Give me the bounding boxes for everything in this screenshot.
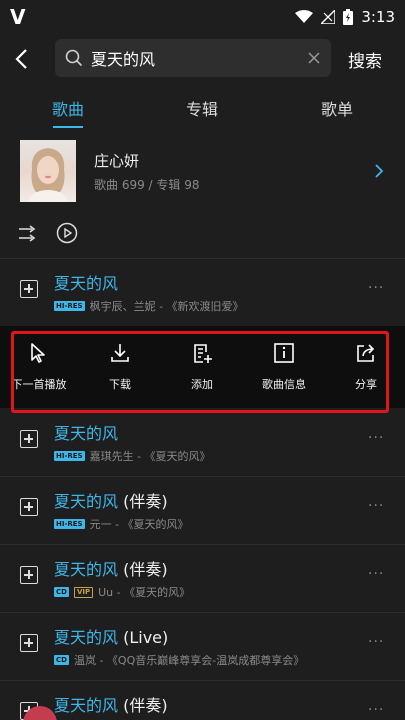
list-item[interactable]: 夏天的风 (伴奏) CD VIP Uu - 《夏天的风》 ··· xyxy=(0,544,405,612)
more-icon[interactable]: ··· xyxy=(368,566,384,582)
tab-albums[interactable]: 专辑 xyxy=(186,96,218,120)
back-arrow-icon xyxy=(15,49,27,69)
vip-badge: VIP xyxy=(73,586,94,598)
song-title: 夏天的风 xyxy=(54,274,119,293)
add-icon[interactable] xyxy=(20,280,38,298)
song-title: 夏天的风 xyxy=(54,696,119,715)
search-bar: 夏天的风 搜索 xyxy=(0,36,405,82)
more-icon[interactable]: ··· xyxy=(368,498,384,514)
tab-playlists[interactable]: 歌单 xyxy=(321,96,353,120)
artist-name: 庄心妍 xyxy=(94,152,140,170)
more-icon[interactable]: ··· xyxy=(368,702,384,718)
active-tab-indicator xyxy=(53,126,83,128)
song-info: 温岚 - 《QQ音乐巅峰尊享会-温岚成都尊享会》 xyxy=(73,654,305,667)
song-title: 夏天的风 xyxy=(54,492,119,511)
play-all-icon[interactable] xyxy=(56,222,78,244)
result-tabs: 歌曲 专辑 歌单 xyxy=(0,96,405,132)
list-item[interactable]: 夏天的风 (Live) CD 温岚 - 《QQ音乐巅峰尊享会-温岚成都尊享会》 ·… xyxy=(0,612,405,680)
list-tools xyxy=(0,218,405,250)
search-query: 夏天的风 xyxy=(91,50,156,69)
wifi-icon xyxy=(295,10,314,23)
add-icon[interactable] xyxy=(20,634,38,652)
clear-icon[interactable] xyxy=(307,51,321,65)
clock: 3:13 xyxy=(361,8,395,26)
status-icons: 3:13 xyxy=(295,8,395,26)
search-input[interactable]: 夏天的风 xyxy=(55,39,331,77)
list-item[interactable]: 夏天的风 HI-RES 嘉琪先生 - 《夏天的风》 ··· xyxy=(0,408,405,476)
hires-badge: HI-RES xyxy=(54,519,85,529)
battery-icon xyxy=(343,9,354,25)
song-version: (伴奏) xyxy=(118,560,168,579)
song-info: 嘉琪先生 - 《夏天的风》 xyxy=(89,450,211,463)
tab-songs[interactable]: 歌曲 xyxy=(52,96,84,120)
multi-select-icon[interactable] xyxy=(18,224,38,244)
song-info: Uu - 《夏天的风》 xyxy=(98,586,191,599)
avatar xyxy=(20,140,76,202)
song-version: (伴奏) xyxy=(118,492,168,511)
song-title: 夏天的风 xyxy=(54,424,119,443)
artist-meta: 歌曲 699 / 专辑 98 xyxy=(94,178,200,192)
hires-badge: HI-RES xyxy=(54,301,85,311)
add-icon[interactable] xyxy=(20,430,38,448)
signal-icon xyxy=(321,10,336,24)
song-info: 元一 - 《夏天的风》 xyxy=(89,518,189,531)
more-icon[interactable]: ··· xyxy=(368,280,384,296)
more-icon[interactable]: ··· xyxy=(368,430,384,446)
list-item[interactable]: 夏天的风 (伴奏) ··· xyxy=(0,680,405,720)
chevron-right-icon xyxy=(375,164,384,178)
more-icon[interactable]: ··· xyxy=(368,634,384,650)
cd-badge: CD xyxy=(54,655,69,665)
status-bar: V 3:13 xyxy=(0,0,405,34)
back-button[interactable] xyxy=(0,36,42,82)
app-logo: V xyxy=(10,5,26,29)
search-icon xyxy=(65,49,83,67)
list-item[interactable]: 夏天的风 HI-RES 枫宇辰、兰妮 - 《新欢渡旧爱》 ··· xyxy=(0,258,405,326)
search-button[interactable]: 搜索 xyxy=(348,47,382,72)
list-item[interactable]: 夏天的风 (伴奏) HI-RES 元一 - 《夏天的风》 ··· xyxy=(0,476,405,544)
song-title: 夏天的风 xyxy=(54,628,119,647)
add-icon[interactable] xyxy=(20,498,38,516)
song-version: (伴奏) xyxy=(118,696,168,715)
song-version: (Live) xyxy=(118,628,169,647)
song-info: 枫宇辰、兰妮 - 《新欢渡旧爱》 xyxy=(89,300,244,313)
highlight-frame xyxy=(11,331,389,413)
artist-card[interactable]: 庄心妍 歌曲 699 / 专辑 98 xyxy=(0,140,405,204)
cd-badge: CD xyxy=(54,587,69,597)
song-title: 夏天的风 xyxy=(54,560,119,579)
hires-badge: HI-RES xyxy=(54,451,85,461)
add-icon[interactable] xyxy=(20,566,38,584)
